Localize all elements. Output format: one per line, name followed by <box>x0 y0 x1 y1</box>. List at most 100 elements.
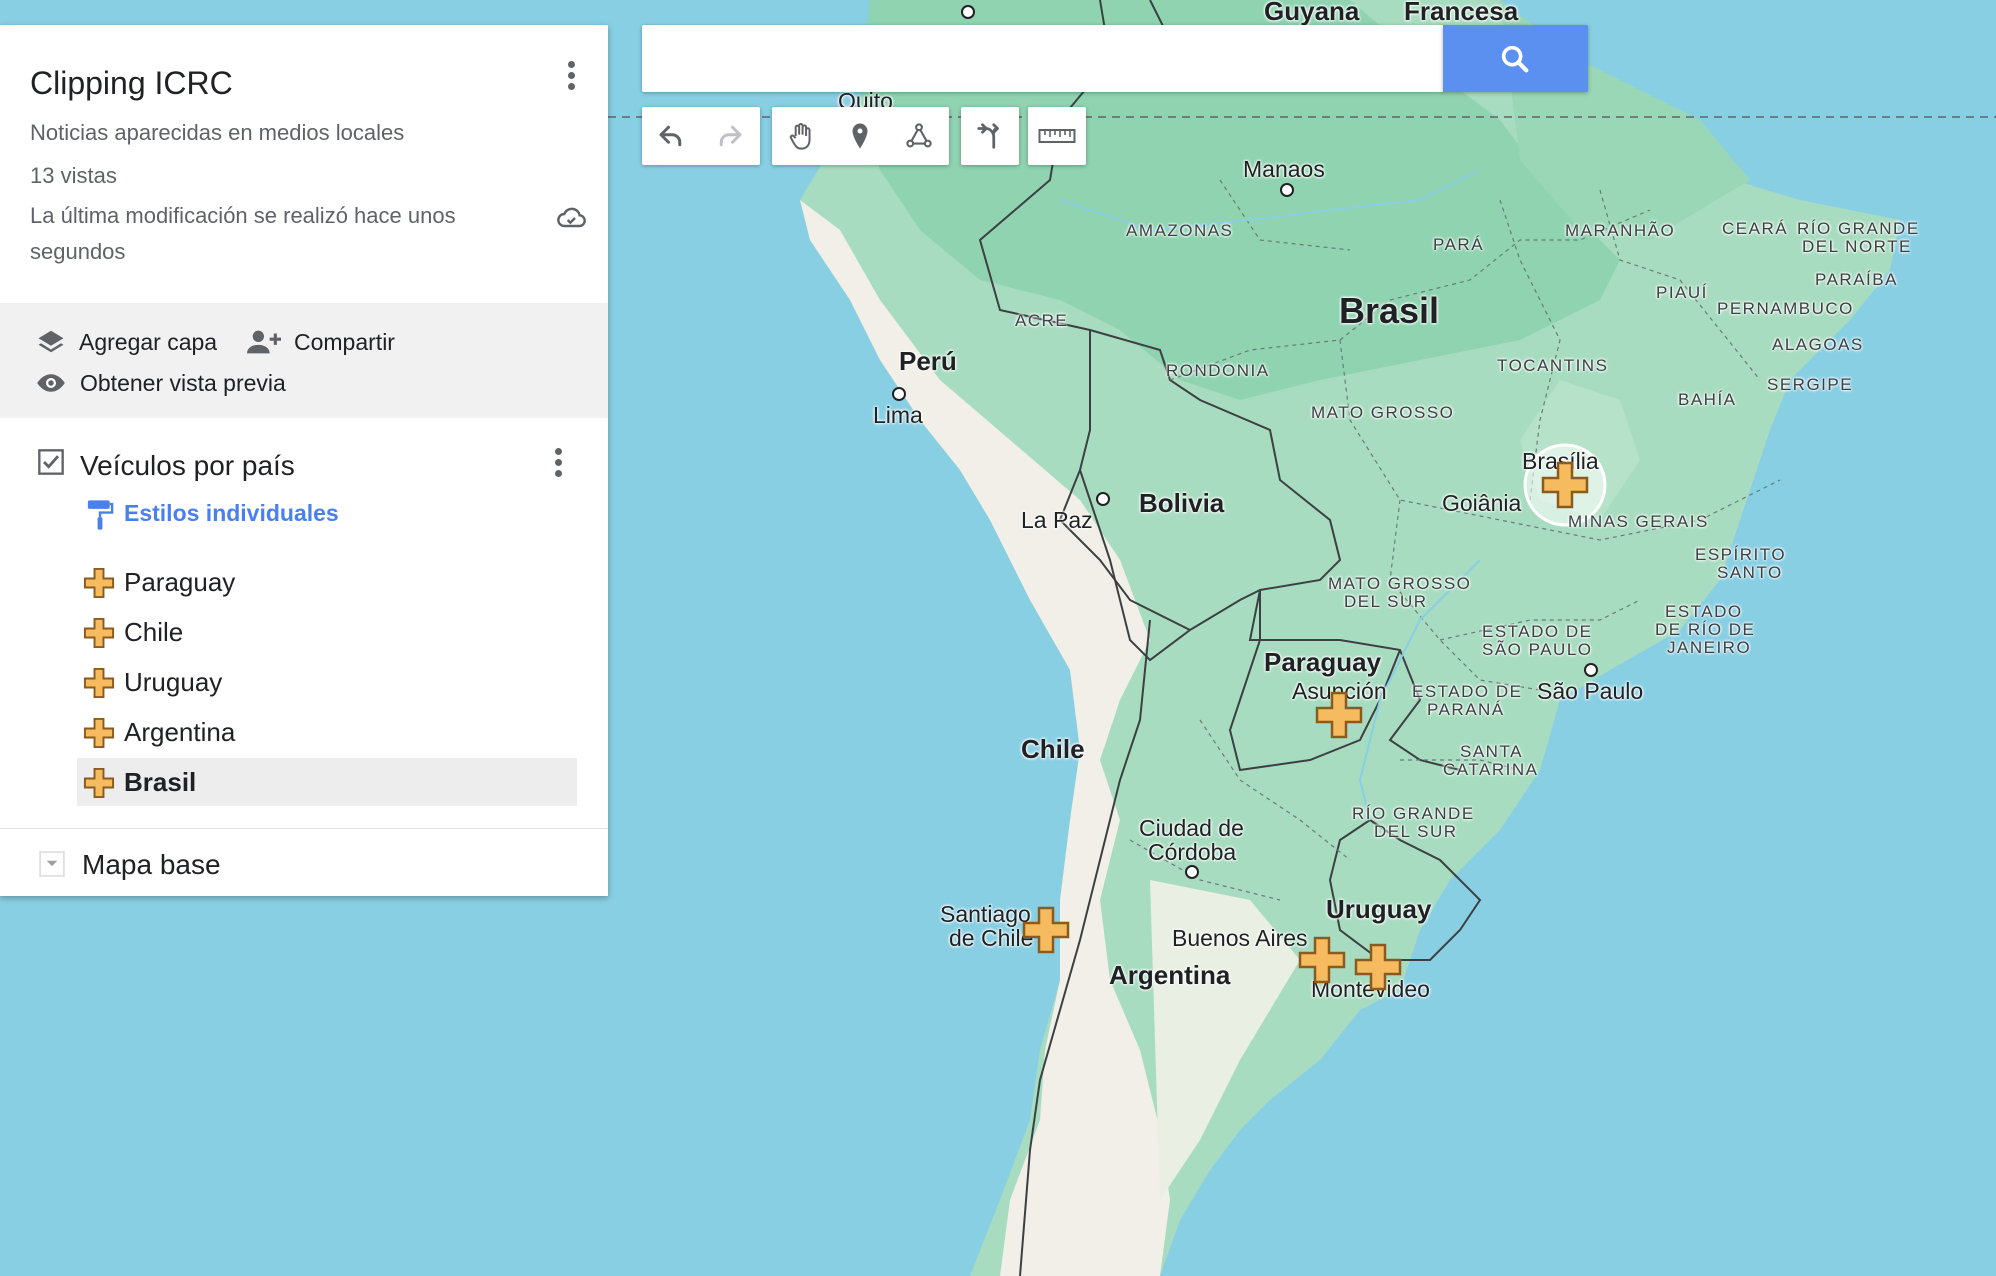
map-label-uruguay: Uruguay <box>1326 894 1432 924</box>
map-label-rio-grande-sur-line2: DEL SUR <box>1374 822 1458 841</box>
map-description[interactable]: Noticias aparecidas en medios locales <box>30 120 404 146</box>
select-items-button[interactable] <box>772 107 830 165</box>
map-sidebar: Clipping ICRC Noticias aparecidas en med… <box>0 25 608 896</box>
map-label-cordoba-line1: Ciudad de <box>1139 815 1244 841</box>
map-label-acre: ACRE <box>1015 311 1069 330</box>
plus-marker-icon <box>83 667 115 699</box>
map-label-para: PARÁ <box>1433 235 1485 254</box>
route-icon <box>977 123 999 149</box>
map-label-rio-grande-norte-line2: DEL NORTE <box>1802 237 1912 256</box>
map-label-cordoba-line2: Córdoba <box>1148 839 1237 865</box>
add-marker-button[interactable] <box>831 107 889 165</box>
city-dot-lima <box>892 387 906 401</box>
plus-marker-icon <box>83 617 115 649</box>
map-label-parana-line2: PARANÁ <box>1427 700 1505 719</box>
map-label-maranhao: MARANHÃO <box>1565 221 1676 240</box>
map-label-rio-grande-norte-line1: RÍO GRANDE <box>1797 219 1920 238</box>
map-label-espirito-santo-line2: SANTO <box>1717 563 1783 582</box>
map-label-sao-paulo-state-line2: SÃO PAULO <box>1482 640 1593 659</box>
undo-button[interactable] <box>642 107 700 165</box>
search-button[interactable] <box>1443 25 1588 92</box>
search-input[interactable] <box>658 39 1422 79</box>
map-label-mato-grosso-sur-line2: DEL SUR <box>1344 592 1428 611</box>
layer-item-argentina[interactable]: Argentina <box>77 708 577 756</box>
city-dot-la-paz <box>1096 492 1110 506</box>
map-marker-chile[interactable] <box>1021 905 1071 955</box>
map-label-buenos-aires: Buenos Aires <box>1172 925 1308 951</box>
map-marker-uruguay[interactable] <box>1353 942 1403 992</box>
map-label-santa-catarina-line1: SANTA <box>1460 742 1523 761</box>
layer-item-brasil-selected[interactable]: Brasil <box>77 758 577 806</box>
map-label-paraiba: PARAÍBA <box>1815 270 1898 289</box>
map-marker-brasil[interactable] <box>1540 460 1590 510</box>
map-views: 13 vistas <box>30 163 117 188</box>
city-dot-sao-paulo <box>1584 663 1598 677</box>
ruler-icon <box>1038 129 1076 143</box>
map-label-bolivia: Bolivia <box>1139 488 1225 518</box>
map-label-rio-grande-sur-line1: RÍO GRANDE <box>1352 804 1475 823</box>
layer-item-label: Uruguay <box>124 667 223 697</box>
marker-icon <box>852 123 868 149</box>
layer-style-label: Estilos individuales <box>124 500 339 526</box>
map-actions: Agregar capa Compartir Obtener vista pre… <box>0 303 608 418</box>
redo-icon <box>719 125 742 147</box>
map-label-paraguay: Paraguay <box>1264 647 1382 677</box>
map-title[interactable]: Clipping ICRC <box>30 65 233 102</box>
map-label-pernambuco: PERNAMBUCO <box>1717 299 1854 318</box>
map-label-minas-gerais: MINAS GERAIS <box>1568 512 1709 531</box>
map-label-francesa: Francesa <box>1404 0 1519 26</box>
undo-icon <box>659 125 682 147</box>
map-label-rondonia: RONDONIA <box>1166 361 1270 380</box>
search-box[interactable] <box>642 25 1444 92</box>
cloud-saved-icon <box>557 207 586 228</box>
redo-button[interactable] <box>701 107 759 165</box>
map-label-sao-paulo-state-line1: ESTADO DE <box>1482 622 1593 641</box>
layer-item-paraguay[interactable]: Paraguay <box>77 558 577 606</box>
hand-icon <box>789 123 811 150</box>
add-directions-button[interactable] <box>961 107 1019 165</box>
city-dot-guyana <box>961 5 975 19</box>
map-label-amazonas: AMAZONAS <box>1126 221 1234 240</box>
draw-line-button[interactable] <box>890 107 948 165</box>
layers-icon <box>38 330 64 353</box>
layer-item-uruguay[interactable]: Uruguay <box>77 658 577 706</box>
map-label-rio-janeiro-line2: DE RÍO DE <box>1655 620 1756 639</box>
map-label-rio-janeiro-line3: JANEIRO <box>1667 638 1752 657</box>
map-header: Clipping ICRC Noticias aparecidas en med… <box>0 25 608 303</box>
city-dot-cordoba <box>1185 865 1199 879</box>
eye-icon <box>37 374 65 392</box>
layer-style-link[interactable]: Estilos individuales <box>85 496 385 530</box>
map-marker-paraguay[interactable] <box>1314 690 1364 740</box>
plus-marker-icon <box>83 717 115 749</box>
person-add-icon <box>247 330 281 354</box>
map-options-button[interactable] <box>566 57 576 94</box>
map-label-alagoas: ALAGOAS <box>1772 335 1864 354</box>
layer-name[interactable]: Veículos por país <box>80 450 295 482</box>
map-label-manaos: Manaos <box>1243 156 1325 182</box>
city-dot-manaos <box>1280 183 1294 197</box>
map-label-espirito-santo-line1: ESPÍRITO <box>1695 545 1787 564</box>
map-label-chile: Chile <box>1021 734 1085 764</box>
map-label-guyana: Guyana <box>1264 0 1360 26</box>
map-label-lima: Lima <box>873 402 923 428</box>
layer-item-label: Chile <box>124 617 184 647</box>
map-last-modified: La última modificación se realizó hace u… <box>30 203 456 264</box>
map-label-santa-catarina-line2: CATARINA <box>1443 760 1539 779</box>
map-label-bahia: BAHÍA <box>1678 390 1737 409</box>
layer-item-label: Argentina <box>124 717 236 747</box>
map-label-parana-line1: ESTADO DE <box>1412 682 1523 701</box>
measure-button[interactable] <box>1028 107 1086 165</box>
map-marker-argentina[interactable] <box>1297 935 1347 985</box>
plus-marker-icon <box>83 567 115 599</box>
share-label: Compartir <box>294 329 395 355</box>
layer-options-button[interactable] <box>553 444 563 481</box>
layer-item-label: Brasil <box>124 767 197 797</box>
checkbox-icon[interactable] <box>37 448 65 476</box>
dropdown-icon[interactable] <box>39 851 65 877</box>
basemap-label[interactable]: Mapa base <box>82 849 221 881</box>
map-label-sao-paulo: São Paulo <box>1537 678 1644 704</box>
map-label-peru: Perú <box>899 346 957 376</box>
map-label-ceara: CEARÁ <box>1722 219 1789 238</box>
layer-item-label: Paraguay <box>124 567 236 597</box>
layer-item-chile[interactable]: Chile <box>77 608 577 656</box>
